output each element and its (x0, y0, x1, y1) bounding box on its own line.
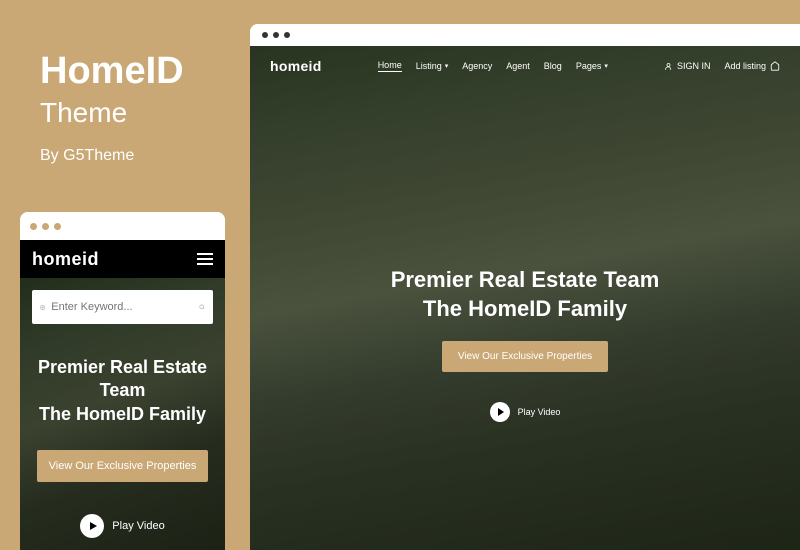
hero-heading-line1: Premier Real Estate Team (250, 266, 800, 295)
nav-home[interactable]: Home (378, 60, 402, 72)
cta-button[interactable]: View Our Exclusive Properties (442, 341, 608, 372)
window-dots (30, 223, 61, 230)
play-icon (80, 514, 104, 538)
mobile-viewport: homeid Premier Real Estate Team The Home… (20, 240, 225, 550)
theme-subtitle: Theme (40, 97, 184, 129)
nav-listing[interactable]: Listing▾ (416, 61, 449, 71)
chevron-down-icon: ▾ (445, 62, 449, 70)
hero-heading-line2: The HomeID Family (250, 295, 800, 324)
desktop-nav: homeid Home Listing▾ Agency Agent Blog P… (250, 46, 800, 86)
hamburger-icon[interactable] (197, 253, 213, 265)
play-icon (490, 402, 510, 422)
play-label: Play Video (518, 407, 561, 417)
cta-button[interactable]: View Our Exclusive Properties (37, 450, 209, 482)
mobile-preview-frame: homeid Premier Real Estate Team The Home… (20, 212, 225, 550)
nav-pages[interactable]: Pages▾ (576, 61, 608, 71)
nav-blog[interactable]: Blog (544, 61, 562, 71)
search-icon[interactable] (199, 301, 205, 313)
user-icon (664, 62, 673, 71)
signin-button[interactable]: SIGN IN (664, 61, 711, 71)
search-input[interactable] (51, 301, 193, 313)
theme-title-block: HomeID Theme By G5Theme (40, 50, 184, 165)
theme-author: By G5Theme (40, 147, 184, 165)
desktop-window-titlebar (250, 24, 800, 46)
play-video-button[interactable]: Play Video (250, 402, 800, 422)
settings-icon[interactable] (40, 302, 45, 313)
desktop-logo[interactable]: homeid (270, 58, 322, 74)
desktop-viewport: homeid Home Listing▾ Agency Agent Blog P… (250, 46, 800, 550)
add-listing-button[interactable]: Add listing (724, 61, 780, 71)
nav-agency[interactable]: Agency (462, 61, 492, 71)
home-icon (770, 61, 780, 71)
mobile-hero: Premier Real Estate Team The HomeID Fami… (20, 336, 225, 538)
hero-heading-line1: Premier Real Estate Team (28, 356, 217, 403)
mobile-window-titlebar (20, 212, 225, 240)
mobile-logo[interactable]: homeid (32, 249, 99, 270)
desktop-preview-frame: homeid Home Listing▾ Agency Agent Blog P… (250, 24, 800, 550)
play-video-button[interactable]: Play Video (28, 514, 217, 538)
nav-agent[interactable]: Agent (506, 61, 530, 71)
desktop-hero: Premier Real Estate Team The HomeID Fami… (250, 86, 800, 422)
window-dots (262, 32, 290, 38)
mobile-header: homeid (20, 240, 225, 278)
chevron-down-icon: ▾ (604, 62, 608, 70)
hero-heading-line2: The HomeID Family (28, 403, 217, 426)
play-label: Play Video (112, 520, 164, 532)
mobile-search-bar[interactable] (32, 290, 213, 324)
theme-name: HomeID (40, 50, 184, 93)
